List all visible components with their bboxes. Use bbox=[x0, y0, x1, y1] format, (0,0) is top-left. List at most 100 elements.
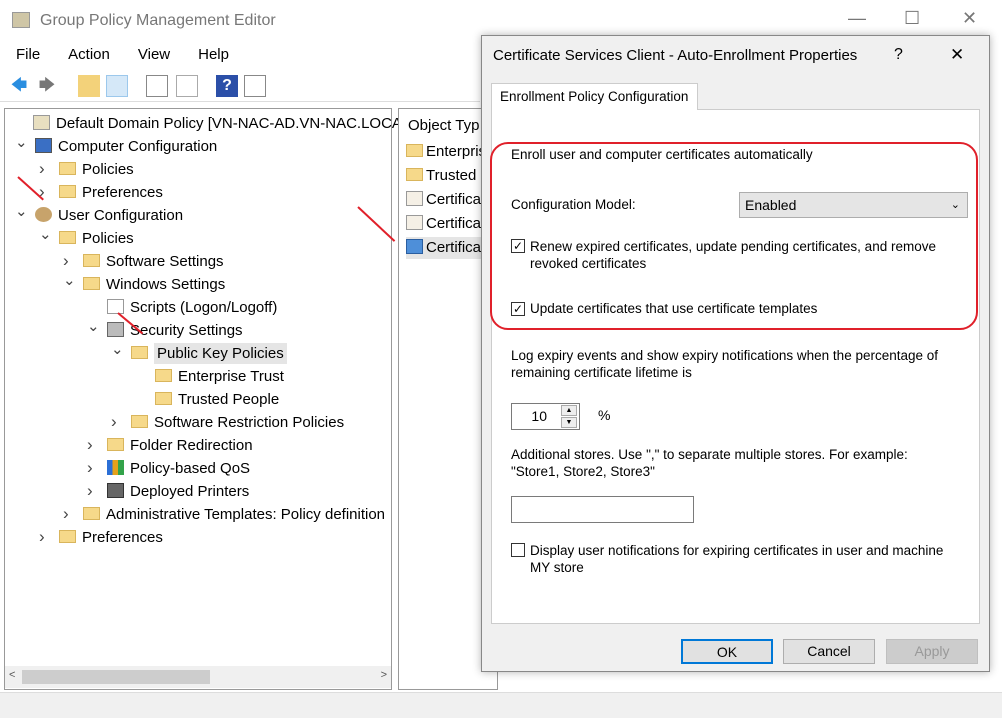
tree-item-label: Enterprise Trust bbox=[178, 368, 284, 385]
chevron-down-icon[interactable]: ⌄ bbox=[15, 132, 29, 154]
object-list-item[interactable]: Certifica bbox=[406, 237, 482, 259]
folder-icon bbox=[83, 507, 100, 520]
tree-item[interactable]: ⌄ Security Settings bbox=[87, 318, 243, 342]
notify-label: Display user notifications for expiring … bbox=[530, 543, 944, 575]
spin-down-icon[interactable]: ▼ bbox=[561, 417, 577, 428]
chevron-right-icon[interactable]: › bbox=[63, 503, 77, 525]
menu-view[interactable]: View bbox=[138, 46, 170, 63]
folder-icon bbox=[83, 254, 100, 267]
folder-icon bbox=[131, 346, 148, 359]
tree-item-label: Default Domain Policy [VN-NAC-AD.VN-NAC.… bbox=[56, 115, 411, 132]
tree-pane: Default Domain Policy [VN-NAC-AD.VN-NAC.… bbox=[4, 108, 410, 690]
tab-enrollment-policy-configuration[interactable]: Enrollment Policy Configuration bbox=[491, 83, 698, 110]
folder-icon bbox=[59, 231, 76, 244]
status-bar bbox=[0, 692, 1002, 718]
forward-icon[interactable]: 🡆 bbox=[36, 75, 58, 97]
chevron-right-icon[interactable]: › bbox=[39, 158, 53, 180]
tree-item[interactable]: ⌄ User Configuration bbox=[15, 203, 183, 227]
tree-item-label: Preferences bbox=[82, 184, 163, 201]
toolbar: 🡄 🡆 ? bbox=[0, 70, 480, 102]
tree-item-label: Software Settings bbox=[106, 253, 224, 270]
tree-item[interactable]: ⌄ Windows Settings bbox=[63, 272, 225, 296]
cert-blue-icon bbox=[406, 239, 423, 254]
tree-item[interactable]: › Software Restriction Policies bbox=[111, 412, 345, 434]
chevron-right-icon[interactable]: › bbox=[63, 250, 77, 272]
spin-up-icon[interactable]: ▲ bbox=[561, 405, 577, 416]
column-header-object-type[interactable]: Object Typ bbox=[408, 115, 479, 137]
chevron-right-icon[interactable]: › bbox=[87, 457, 101, 479]
properties-icon[interactable] bbox=[146, 75, 168, 97]
chevron-right-icon[interactable]: › bbox=[87, 434, 101, 456]
tree-item[interactable]: Enterprise Trust bbox=[155, 366, 284, 388]
export-list-icon[interactable] bbox=[176, 75, 198, 97]
maximize-button[interactable]: ☐ bbox=[904, 8, 920, 29]
dialog-close-button[interactable]: ✕ bbox=[950, 45, 964, 65]
tree-item[interactable]: Trusted People bbox=[155, 389, 279, 411]
tree-item[interactable]: Scripts (Logon/Logoff) bbox=[107, 297, 277, 319]
window-title: Group Policy Management Editor bbox=[40, 12, 276, 29]
tree-item[interactable]: › Administrative Templates: Policy defini… bbox=[63, 504, 385, 526]
printer-icon bbox=[107, 483, 124, 498]
tree-item-label: Policy-based QoS bbox=[130, 460, 251, 477]
stores-label: Additional stores. Use "," to separate m… bbox=[511, 447, 908, 479]
action-pane-icon[interactable] bbox=[244, 75, 266, 97]
folder-icon bbox=[107, 438, 124, 451]
chevron-right-icon[interactable]: › bbox=[87, 480, 101, 502]
object-list-item[interactable]: Certifica bbox=[406, 213, 481, 235]
additional-stores-input[interactable] bbox=[511, 496, 694, 523]
minimize-button[interactable]: — bbox=[848, 8, 866, 29]
tree-item-label: Software Restriction Policies bbox=[154, 414, 345, 431]
object-list-label: Enterpris bbox=[426, 143, 487, 160]
back-icon[interactable]: 🡄 bbox=[8, 75, 30, 97]
chevron-down-icon[interactable]: ⌄ bbox=[111, 339, 125, 361]
menu-file[interactable]: File bbox=[16, 46, 40, 63]
scrollbar-thumb[interactable] bbox=[22, 670, 210, 684]
tree-item[interactable]: › Preferences bbox=[39, 182, 163, 204]
tree-item[interactable]: › Folder Redirection bbox=[87, 435, 253, 457]
up-folder-icon[interactable] bbox=[78, 75, 100, 97]
menu-action[interactable]: Action bbox=[68, 46, 110, 63]
tree-item-label: Folder Redirection bbox=[130, 437, 253, 454]
object-list-item[interactable]: Trusted bbox=[406, 165, 476, 187]
tree-item[interactable]: › Software Settings bbox=[63, 251, 224, 273]
cancel-button[interactable]: Cancel bbox=[783, 639, 875, 664]
tree-item[interactable]: › Policies bbox=[39, 159, 134, 181]
menu-help[interactable]: Help bbox=[198, 46, 229, 63]
tree-item[interactable]: ⌄ Computer Configuration bbox=[15, 134, 217, 158]
chevron-down-icon[interactable]: ⌄ bbox=[87, 316, 101, 338]
help-icon[interactable]: ? bbox=[216, 75, 238, 97]
ok-button[interactable]: OK bbox=[681, 639, 773, 664]
tree-item[interactable]: Default Domain Policy [VN-NAC-AD.VN-NAC.… bbox=[33, 113, 410, 135]
object-list-item[interactable]: Enterpris bbox=[406, 141, 486, 163]
chevron-down-icon[interactable]: ⌄ bbox=[39, 224, 53, 246]
expiry-label: Log expiry events and show expiry notifi… bbox=[511, 348, 939, 380]
tree-item[interactable]: › Policy-based QoS bbox=[87, 458, 251, 480]
tree-item-label: Policies bbox=[82, 161, 134, 178]
folder-icon bbox=[406, 144, 423, 157]
chevron-right-icon[interactable]: › bbox=[111, 411, 125, 433]
annotation-highlight bbox=[490, 142, 978, 330]
tree-item[interactable]: ⌄ Public Key Policies bbox=[111, 341, 287, 365]
folder-icon bbox=[59, 530, 76, 543]
script-icon bbox=[107, 299, 124, 314]
tree-item[interactable]: ⌄ Policies bbox=[39, 226, 134, 250]
tree-item[interactable]: › Deployed Printers bbox=[87, 481, 250, 503]
folder-icon bbox=[155, 392, 172, 405]
dialog-help-button[interactable]: ? bbox=[894, 46, 903, 64]
show-hide-tree-icon[interactable] bbox=[106, 75, 128, 97]
notify-checkbox[interactable] bbox=[511, 543, 525, 557]
apply-button[interactable]: Apply bbox=[886, 639, 978, 664]
tree-item-label: Preferences bbox=[82, 529, 163, 546]
tree-item[interactable]: › Preferences bbox=[39, 527, 163, 549]
close-button[interactable]: ✕ bbox=[962, 8, 977, 29]
folder-icon bbox=[155, 369, 172, 382]
chevron-down-icon[interactable]: ⌄ bbox=[15, 201, 29, 223]
tree-item-label: Security Settings bbox=[130, 322, 243, 339]
scroll-icon bbox=[33, 115, 50, 130]
object-list-item[interactable]: Certifica bbox=[406, 189, 481, 211]
percent-label: % bbox=[598, 407, 611, 423]
chevron-down-icon[interactable]: ⌄ bbox=[63, 270, 77, 292]
tree-item-label: Scripts (Logon/Logoff) bbox=[130, 299, 278, 316]
chevron-right-icon[interactable]: › bbox=[39, 526, 53, 548]
tree-item-label: Deployed Printers bbox=[130, 483, 250, 500]
